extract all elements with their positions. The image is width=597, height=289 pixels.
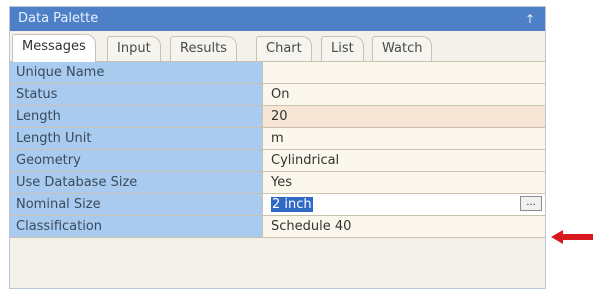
tab-input[interactable]: Input	[107, 36, 161, 61]
data-palette-panel: Data Palette ↑ Messages Input Results Ch…	[9, 6, 546, 289]
tab-watch[interactable]: Watch	[372, 36, 433, 61]
tab-label: Watch	[382, 41, 423, 56]
tab-label: Input	[117, 41, 151, 56]
property-row[interactable]: Geometry Cylindrical	[10, 150, 545, 172]
property-value[interactable]: On	[263, 84, 545, 105]
tab-list[interactable]: List	[321, 36, 364, 61]
tab-messages[interactable]: Messages	[12, 34, 96, 62]
property-row[interactable]: Unique Name	[10, 62, 545, 84]
property-value[interactable]	[263, 62, 545, 83]
property-grid: Unique Name Status On Length 20 Length U…	[10, 62, 545, 238]
property-row[interactable]: Classification Schedule 40	[10, 216, 545, 238]
property-name: Unique Name	[10, 62, 263, 83]
property-value[interactable]: Cylindrical	[263, 150, 545, 171]
tab-label: Chart	[266, 41, 302, 56]
property-value[interactable]: Schedule 40	[263, 216, 545, 237]
tab-strip: Messages Input Results Chart List Watch	[10, 31, 545, 62]
property-row[interactable]: Use Database Size Yes	[10, 172, 545, 194]
property-name: Status	[10, 84, 263, 105]
property-value[interactable]: Yes	[263, 172, 545, 193]
browse-ellipsis-button[interactable]: ...	[520, 196, 542, 211]
property-name: Length Unit	[10, 128, 263, 149]
property-value[interactable]: m	[263, 128, 545, 149]
tab-label: List	[331, 41, 354, 56]
property-name: Length	[10, 106, 263, 127]
tab-chart[interactable]: Chart	[256, 36, 312, 61]
property-row[interactable]: Status On	[10, 84, 545, 106]
property-row[interactable]: Length Unit m	[10, 128, 545, 150]
arrow-left-icon	[551, 230, 593, 244]
property-name: Use Database Size	[10, 172, 263, 193]
property-row[interactable]: Length 20	[10, 106, 545, 128]
tab-label: Results	[180, 41, 227, 56]
property-name: Classification	[10, 216, 263, 237]
panel-title: Data Palette	[18, 11, 99, 26]
property-name: Nominal Size	[10, 194, 263, 215]
selected-value-text[interactable]: 2 inch	[271, 197, 313, 212]
panel-titlebar: Data Palette ↑	[10, 7, 545, 31]
property-name: Geometry	[10, 150, 263, 171]
tab-label: Messages	[22, 39, 86, 54]
nominal-size-input[interactable]: 2 inch ...	[263, 194, 545, 215]
property-row-editing[interactable]: Nominal Size 2 inch ...	[10, 194, 545, 216]
tab-results[interactable]: Results	[170, 36, 237, 61]
property-value[interactable]: 20	[263, 106, 545, 127]
pin-icon[interactable]: ↑	[525, 7, 535, 31]
